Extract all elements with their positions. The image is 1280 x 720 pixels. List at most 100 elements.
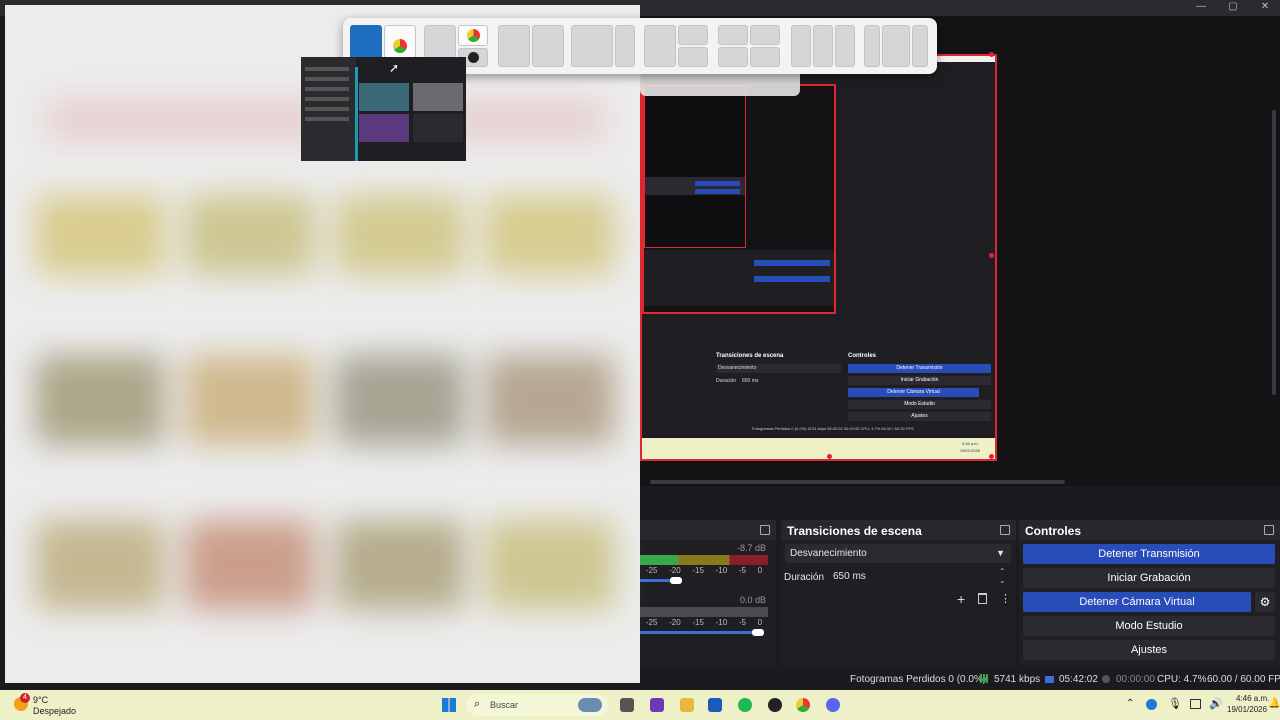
preview-horizontal-scrollbar[interactable]	[650, 480, 1065, 484]
chevron-up-icon[interactable]: ⌃	[1126, 698, 1134, 709]
chrome-icon	[467, 29, 480, 42]
stream-icon	[1045, 676, 1054, 683]
add-transition-icon[interactable]: +	[957, 591, 965, 607]
nested-inner-capture	[642, 84, 836, 314]
fps: 60.00 / 60.00 FPS	[1207, 674, 1280, 685]
obs-status-bar: Fotogramas Perdidos 0 (0.0%) 5741 kbps 0…	[640, 668, 1280, 690]
windows-taskbar: 4 9°C Despejado ⌕ Buscar ⌃ 🎙 🔊 4:46 a.m.…	[0, 690, 1280, 720]
mixer-meter-1	[640, 555, 768, 565]
obs-icon	[468, 51, 479, 63]
capture-handle[interactable]	[827, 454, 832, 459]
cursor-icon: ➚	[389, 61, 400, 75]
cpu-usage: CPU: 4.7%	[1157, 674, 1207, 685]
snap-layout-8[interactable]	[864, 25, 928, 67]
close-icon[interactable]: ✕	[1250, 0, 1280, 14]
search-icon: ⌕	[474, 698, 481, 710]
discord-icon[interactable]	[826, 698, 840, 712]
stream-time: 05:42:02	[1059, 674, 1098, 685]
store-icon[interactable]	[708, 698, 722, 712]
nested-transitions-title: Transiciones de escena	[716, 353, 784, 359]
record-icon	[1102, 675, 1110, 683]
clock-time: 4:46 a.m.	[1236, 694, 1270, 703]
dock-float-icon[interactable]	[1264, 525, 1274, 535]
snap-layout-5[interactable]	[644, 25, 708, 67]
mixer-db-2: 0.0 dB	[739, 595, 766, 605]
weather-temp: 9°C	[33, 695, 49, 705]
app-icon[interactable]	[650, 698, 664, 712]
weather-badge: 4	[20, 693, 30, 703]
microphone-icon[interactable]: 🎙	[1168, 697, 1182, 710]
snap-layout-7[interactable]	[791, 25, 855, 67]
nested-transition-select: Desvanecimiento	[716, 364, 841, 373]
record-time: 00:00:00	[1116, 674, 1155, 685]
video-tile	[413, 114, 463, 142]
network-status-icon[interactable]	[1146, 699, 1157, 710]
mixer-scale-1: -25 -20 -15 -10 -5 0	[645, 566, 763, 575]
controls-title: Controles	[1025, 524, 1082, 538]
search-box[interactable]: ⌕ Buscar	[466, 694, 608, 716]
mixer-db-1: -8.7 dB	[736, 543, 766, 553]
snap-layout-6[interactable]	[718, 25, 780, 67]
stop-virtual-camera-button[interactable]: Detener Cámara Virtual	[1023, 592, 1251, 612]
snap-layout-shadow	[640, 74, 800, 96]
duration-stepper[interactable]: ⌃ ⌄	[999, 567, 1006, 585]
search-placeholder: Buscar	[490, 700, 519, 710]
duration-input[interactable]: 650 ms	[828, 568, 998, 586]
transition-select[interactable]: Desvanecimiento ▼	[785, 544, 1011, 563]
display-icon[interactable]	[1190, 699, 1201, 709]
delete-transition-icon[interactable]	[978, 593, 987, 604]
signal-icon	[980, 674, 990, 683]
transition-select-value: Desvanecimiento	[790, 548, 867, 559]
video-tile	[413, 83, 463, 111]
nested-duration-label: Duración	[716, 378, 737, 384]
file-explorer-icon[interactable]	[680, 698, 694, 712]
chrome-icon[interactable]	[796, 698, 810, 712]
video-tile	[359, 114, 409, 142]
transitions-title: Transiciones de escena	[787, 524, 922, 538]
nested-ctl-0: Detener Transmisión	[848, 364, 991, 373]
capture-handle[interactable]	[989, 52, 994, 57]
duration-label: Duración	[784, 572, 825, 583]
volume-slider-2[interactable]	[752, 629, 764, 636]
mixer-scale-2: -25 -20 -15 -10 -5 0	[645, 618, 763, 627]
snap-layout-3[interactable]	[498, 25, 564, 67]
display-capture-source[interactable]: Transiciones de escena Controles Desvane…	[640, 54, 997, 461]
nested-ctl-4: Ajustes	[848, 412, 991, 421]
dock-float-icon[interactable]	[760, 525, 770, 535]
nested-ctl-3: Modo Estudio	[848, 400, 991, 409]
start-recording-button[interactable]: Iniciar Grabación	[1023, 568, 1275, 588]
more-options-icon[interactable]: ⋮	[1000, 592, 1011, 605]
maximize-icon[interactable]: ▢	[1218, 0, 1248, 14]
minimize-icon[interactable]: —	[1186, 0, 1216, 14]
nested-taskbar: 4:46 a.m. 19/01/2026	[642, 438, 995, 459]
task-view-icon[interactable]	[620, 698, 634, 712]
frames-lost: Fotogramas Perdidos 0 (0.0%)	[850, 674, 987, 685]
volume-slider-1[interactable]	[670, 577, 682, 584]
clock-date: 19/01/2026	[1227, 705, 1268, 714]
preview-vertical-scrollbar[interactable]	[1272, 110, 1276, 395]
nested-ctl-1: Iniciar Grabación	[848, 376, 991, 385]
obs-icon[interactable]	[768, 698, 782, 712]
start-icon[interactable]	[442, 698, 456, 712]
mixer-meter-2	[640, 607, 768, 617]
nested-inner-capture-2	[644, 86, 746, 248]
nested-docks: Transiciones de escena Controles Desvane…	[642, 351, 995, 436]
nested-status: Fotogramas Perdidos 0 (0.0%) 5741 kbps 0…	[752, 426, 914, 431]
capture-handle[interactable]	[989, 253, 994, 258]
bitrate: 5741 kbps	[994, 674, 1041, 685]
stop-streaming-button[interactable]: Detener Transmisión	[1023, 544, 1275, 564]
audio-mixer-dock: -8.7 dB -25 -20 -15 -10 -5 0 0.0 dB -25 -20 -15…	[640, 520, 776, 666]
speaker-icon[interactable]: 🔊	[1209, 697, 1223, 710]
snap-layout-4[interactable]	[571, 25, 635, 67]
nested-duration-value: 650 ms	[742, 378, 759, 384]
search-highlight-icon	[578, 698, 602, 712]
dock-float-icon[interactable]	[1000, 525, 1010, 535]
window-thumbnail[interactable]: ➚	[301, 57, 466, 161]
capture-handle[interactable]	[989, 454, 994, 459]
gear-icon[interactable]: ⚙	[1255, 592, 1275, 612]
nested-ctl-2: Detener Cámara Virtual	[848, 388, 979, 397]
notification-icon[interactable]: 🔔	[1268, 698, 1280, 709]
settings-button[interactable]: Ajustes	[1023, 640, 1275, 660]
spotify-icon[interactable]	[738, 698, 752, 712]
studio-mode-button[interactable]: Modo Estudio	[1023, 616, 1275, 636]
